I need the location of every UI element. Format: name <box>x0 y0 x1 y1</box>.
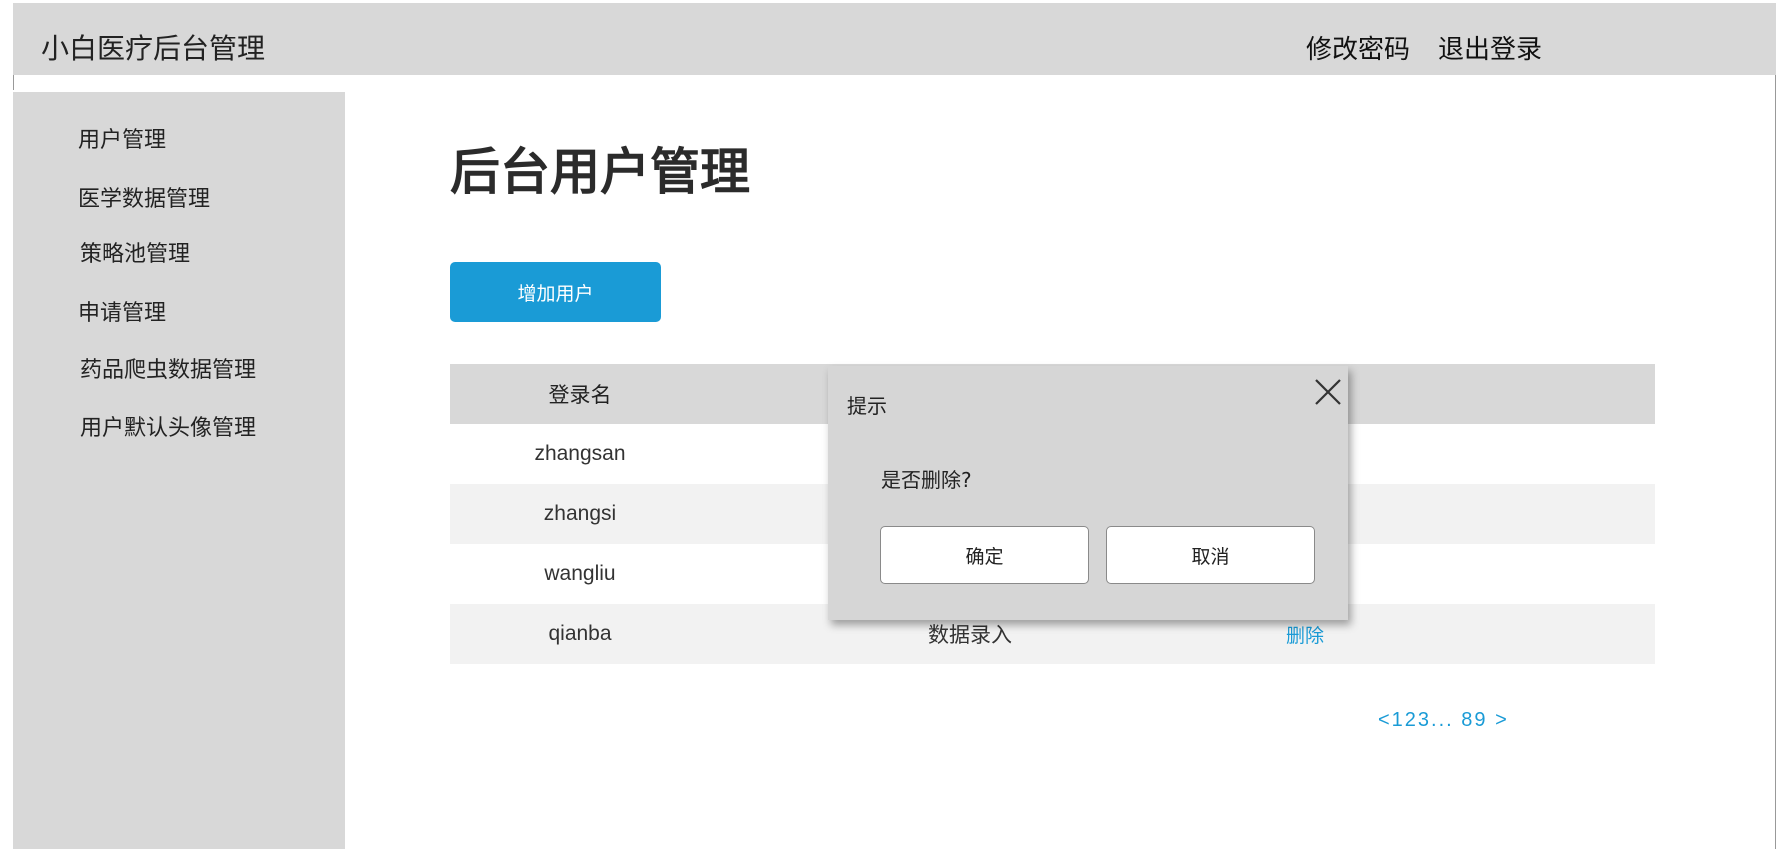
login-name-cell: qianba <box>548 622 612 645</box>
sidebar: 用户管理 医学数据管理 策略池管理 申请管理 药品爬虫数据管理 用户默认头像管理 <box>13 92 345 849</box>
app-title: 小白医疗后台管理 <box>41 32 266 65</box>
sidebar-item-drug-crawler-data[interactable]: 药品爬虫数据管理 <box>80 352 256 384</box>
add-user-button[interactable]: 增加用户 <box>450 262 661 322</box>
sidebar-item-strategy-pool[interactable]: 策略池管理 <box>80 236 190 268</box>
cancel-button[interactable]: 取消 <box>1106 526 1315 584</box>
confirm-delete-dialog: 提示 是否删除? 确定 取消 <box>828 366 1348 620</box>
confirm-button[interactable]: 确定 <box>880 526 1089 584</box>
delete-link[interactable]: 删除 <box>1286 621 1324 648</box>
frame-border <box>1775 75 1776 849</box>
change-password-link[interactable]: 修改密码 <box>1306 29 1410 66</box>
sidebar-item-applications[interactable]: 申请管理 <box>78 295 166 327</box>
page-title: 后台用户管理 <box>450 143 750 201</box>
close-icon[interactable] <box>1313 377 1343 407</box>
sidebar-item-medical-data[interactable]: 医学数据管理 <box>78 181 210 213</box>
sidebar-item-user-management[interactable]: 用户管理 <box>78 122 166 154</box>
column-header-login-name: 登录名 <box>548 383 612 407</box>
dialog-title: 提示 <box>847 394 887 418</box>
logout-link[interactable]: 退出登录 <box>1438 29 1542 66</box>
login-name-cell: zhangsan <box>534 442 626 465</box>
frame-border <box>13 75 14 90</box>
pagination[interactable]: <123... 89 > <box>1378 709 1509 732</box>
login-name-cell: zhangsi <box>543 502 617 525</box>
dialog-message: 是否删除? <box>881 468 972 492</box>
login-name-cell: wangliu <box>544 562 616 585</box>
sidebar-item-default-avatar[interactable]: 用户默认头像管理 <box>80 410 256 442</box>
top-bar: 小白医疗后台管理 修改密码 退出登录 <box>13 3 1776 75</box>
